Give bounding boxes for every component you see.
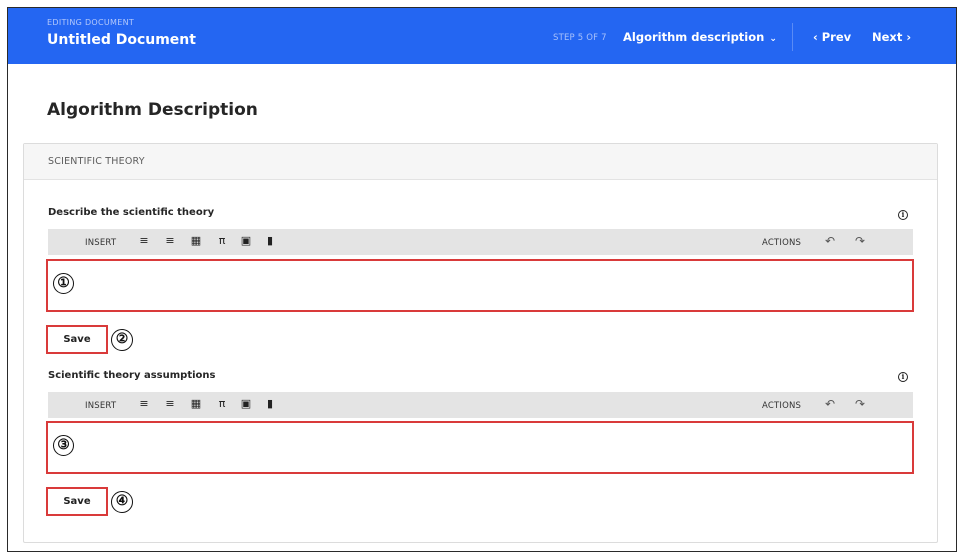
actions-label: ACTIONS bbox=[762, 401, 802, 411]
bulleted-list-icon[interactable]: ≡ bbox=[138, 398, 150, 410]
field-label-theory: Describe the scientific theory bbox=[48, 207, 215, 218]
info-icon[interactable]: i bbox=[898, 372, 908, 382]
redo-icon[interactable]: ↷ bbox=[855, 234, 865, 248]
numbered-list-icon[interactable]: ≡ bbox=[164, 235, 176, 247]
image-icon[interactable]: ▣ bbox=[240, 398, 252, 410]
save-button[interactable]: Save bbox=[46, 325, 108, 354]
bulleted-list-icon[interactable]: ≡ bbox=[138, 235, 150, 247]
pi-icon[interactable]: π bbox=[216, 235, 228, 247]
numbered-list-icon[interactable]: ≡ bbox=[164, 398, 176, 410]
bookmark-icon[interactable]: ▮ bbox=[264, 235, 276, 247]
step-indicator: STEP 5 OF 7 bbox=[553, 33, 607, 43]
panel-header-label: SCIENTIFIC THEORY bbox=[48, 156, 145, 167]
section-dropdown[interactable]: Algorithm description ⌄ bbox=[623, 30, 777, 44]
assumptions-editor[interactable]: ③ bbox=[46, 421, 914, 474]
table-icon[interactable]: ▦ bbox=[190, 398, 202, 410]
info-icon[interactable]: i bbox=[898, 210, 908, 220]
panel-header: SCIENTIFIC THEORY bbox=[24, 144, 937, 180]
image-icon[interactable]: ▣ bbox=[240, 235, 252, 247]
undo-icon[interactable]: ↶ bbox=[825, 397, 835, 411]
divider bbox=[792, 23, 793, 51]
marker-4: ④ bbox=[111, 491, 133, 513]
undo-icon[interactable]: ↶ bbox=[825, 234, 835, 248]
chevron-down-icon: ⌄ bbox=[769, 34, 777, 44]
scientific-theory-panel: SCIENTIFIC THEORY Describe the scientifi… bbox=[23, 143, 938, 543]
editing-label: EDITING DOCUMENT bbox=[47, 18, 135, 27]
theory-editor[interactable]: ① bbox=[46, 259, 914, 312]
insert-label: INSERT bbox=[85, 238, 117, 248]
save-button[interactable]: Save bbox=[46, 487, 108, 516]
table-icon[interactable]: ▦ bbox=[190, 235, 202, 247]
marker-1: ① bbox=[53, 273, 74, 294]
marker-3: ③ bbox=[53, 435, 74, 456]
editor-toolbar: INSERT ≡ ≡ ▦ π ▣ ▮ ACTIONS ↶ ↷ bbox=[48, 392, 913, 418]
pi-icon[interactable]: π bbox=[216, 398, 228, 410]
editor-toolbar: INSERT ≡ ≡ ▦ π ▣ ▮ ACTIONS ↶ ↷ bbox=[48, 229, 913, 255]
insert-label: INSERT bbox=[85, 401, 117, 411]
document-title: Untitled Document bbox=[47, 32, 196, 48]
app-window: EDITING DOCUMENT Untitled Document STEP … bbox=[7, 7, 957, 552]
bookmark-icon[interactable]: ▮ bbox=[264, 398, 276, 410]
section-dropdown-label: Algorithm description bbox=[623, 30, 765, 44]
redo-icon[interactable]: ↷ bbox=[855, 397, 865, 411]
actions-label: ACTIONS bbox=[762, 238, 802, 248]
field-label-assumptions: Scientific theory assumptions bbox=[48, 370, 216, 381]
next-button[interactable]: Next › bbox=[872, 30, 911, 44]
top-bar: EDITING DOCUMENT Untitled Document STEP … bbox=[8, 8, 956, 64]
page-title: Algorithm Description bbox=[47, 100, 258, 120]
marker-2: ② bbox=[111, 329, 133, 351]
prev-button[interactable]: ‹ Prev bbox=[813, 30, 851, 44]
